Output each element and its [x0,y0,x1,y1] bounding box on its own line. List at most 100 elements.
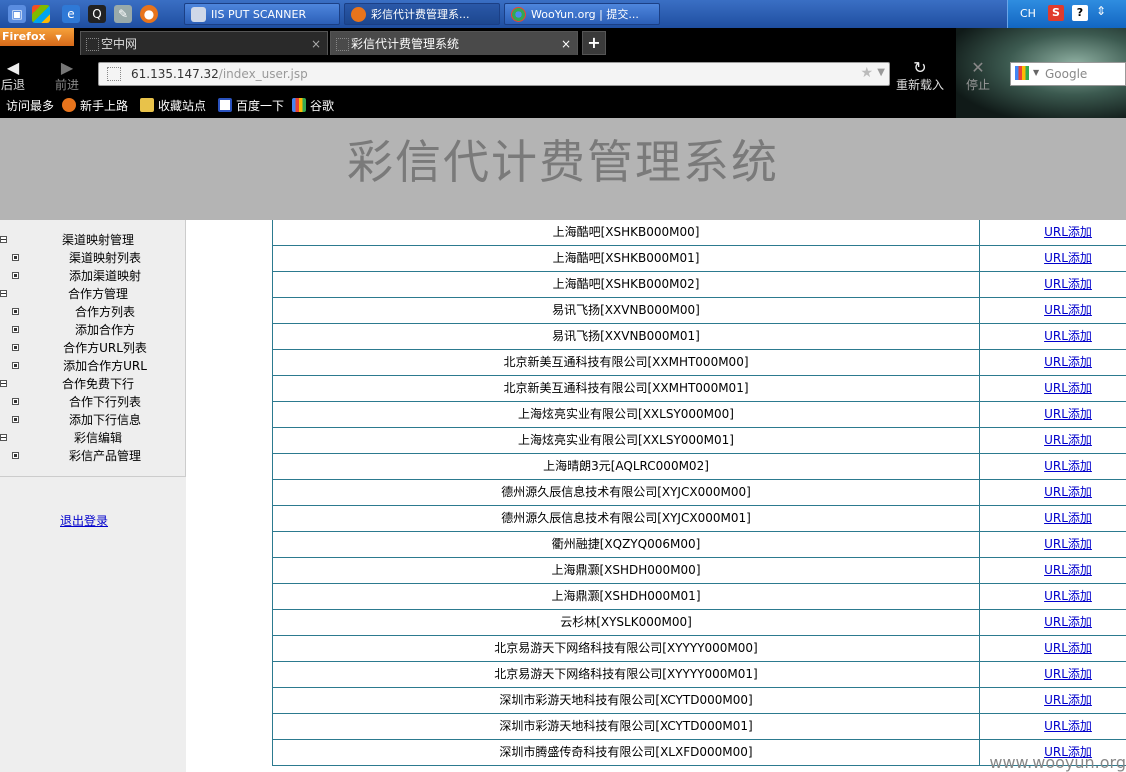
url-add-link[interactable]: URL添加 [980,428,1126,454]
partner-name-cell: 北京易游天下网络科技有限公司[XYYYY000M00] [272,636,980,662]
tool-icon[interactable]: ✎ [114,5,132,23]
bookmark-label: 新手上路 [80,99,129,113]
dropdown-arrow-icon: ▼ [55,33,62,42]
table-row: 德州源久辰信息技术有限公司[XYJCX000M01] URL添加 [272,506,1126,532]
table-row: 深圳市彩游天地科技有限公司[XCYTD000M01] URL添加 [272,714,1126,740]
url-add-link[interactable]: URL添加 [980,714,1126,740]
url-add-link[interactable]: URL添加 [980,532,1126,558]
ie-icon[interactable]: e [62,5,80,23]
partner-name-cell: 北京新美互通科技有限公司[XXMHT000M01] [272,376,980,402]
forward-button[interactable]: ▶ 前进 [50,58,84,93]
folder-icon [140,98,154,112]
firefox-menu-button[interactable]: Firefox ▼ [0,28,74,46]
tray-arrow-icon[interactable]: ⇕ [1096,4,1106,18]
sidebar-group-channel-mapping[interactable]: 渠道映射管理 [0,231,186,249]
url-add-link[interactable]: URL添加 [980,220,1126,246]
bookmark-google[interactable]: 谷歌 [292,97,334,114]
system-tray: CH S ? ⇕ [1007,0,1126,28]
forward-label: 前进 [54,78,79,92]
search-engine-dropdown-icon[interactable]: ▼ [1033,68,1039,77]
partner-name-cell: 上海晴朗3元[AQLRC000M02] [272,454,980,480]
tab-close-icon[interactable]: × [561,32,571,56]
sidebar-item-partner-list[interactable]: 合作方列表 [0,303,186,321]
stop-icon: ✕ [971,58,985,77]
url-add-link[interactable]: URL添加 [980,480,1126,506]
sidebar-item-partner-url-list[interactable]: 合作方URL列表 [0,339,186,357]
taskbar-window-label: 彩信代计费管理系... [371,8,470,21]
sidebar-item-label: 合作方列表 [74,305,135,319]
url-add-link[interactable]: URL添加 [980,558,1126,584]
stop-button[interactable]: ✕ 停止 [964,58,992,93]
language-indicator[interactable]: CH [1020,7,1036,20]
google-search-engine-icon[interactable] [1015,66,1029,80]
table-row: 上海鼎灏[XSHDH000M01] URL添加 [272,584,1126,610]
url-add-link[interactable]: URL添加 [980,584,1126,610]
url-add-link[interactable]: URL添加 [980,324,1126,350]
url-add-link[interactable]: URL添加 [980,272,1126,298]
search-box[interactable]: ▼ Google [1010,62,1126,86]
url-add-link[interactable]: URL添加 [980,636,1126,662]
reload-button[interactable]: ↻ 重新载入 [894,58,946,93]
watermark: www.wooyun.org [989,753,1126,772]
partner-name-cell: 北京易游天下网络科技有限公司[XYYYY000M01] [272,662,980,688]
show-desktop-icon[interactable]: ▣ [8,5,26,23]
tab-close-icon[interactable]: × [311,32,321,56]
taskbar-window-label: IIS PUT SCANNER [211,8,307,21]
bookmark-star-icon[interactable]: ★ [860,65,873,81]
sidebar-group-partner-management[interactable]: 合作方管理 [0,285,186,303]
bookmark-most-visited[interactable]: 访问最多 [6,97,54,114]
page-banner: 彩信代计费管理系统 [0,118,1126,220]
firefox-quicklaunch-icon[interactable]: ● [140,5,158,23]
url-add-link[interactable]: URL添加 [980,246,1126,272]
site-identity-icon[interactable] [107,67,121,81]
partner-name-cell: 易讯飞扬[XXVNB000M00] [272,298,980,324]
taskbar-window-wooyun[interactable]: WooYun.org | 提交... [504,3,660,25]
logout-link[interactable]: 退出登录 [60,512,108,529]
sidebar-item-mms-product-management[interactable]: 彩信产品管理 [0,447,186,465]
partner-name-cell: 深圳市彩游天地科技有限公司[XCYTD000M01] [272,714,980,740]
tab-mms-billing[interactable]: 彩信代计费管理系统 × [330,31,578,55]
reload-icon: ↻ [913,58,927,77]
baidu-paw-icon [218,98,232,112]
url-add-link[interactable]: URL添加 [980,610,1126,636]
reload-label: 重新载入 [895,78,944,92]
back-button[interactable]: ◀ 后退 [0,58,26,93]
partner-name-cell: 上海酷吧[XSHKB000M01] [272,246,980,272]
bookmark-favorites-folder[interactable]: 收藏站点 [140,97,206,114]
url-add-link[interactable]: URL添加 [980,376,1126,402]
url-add-link[interactable]: URL添加 [980,662,1126,688]
sidebar-item-channel-mapping-list[interactable]: 渠道映射列表 [0,249,186,267]
help-icon[interactable]: ? [1072,5,1088,21]
back-arrow-icon: ◀ [6,58,20,77]
url-add-link[interactable]: URL添加 [980,402,1126,428]
qq-icon[interactable]: Q [88,5,106,23]
bookmark-baidu[interactable]: 百度一下 [218,97,284,114]
sidebar-item-downlink-list[interactable]: 合作下行列表 [0,393,186,411]
taskbar-window-firefox-active[interactable]: 彩信代计费管理系... [344,3,500,25]
bookmark-getting-started[interactable]: 新手上路 [62,97,128,114]
url-add-link[interactable]: URL添加 [980,688,1126,714]
sidebar-item-add-channel-mapping[interactable]: 添加渠道映射 [0,267,186,285]
new-tab-button[interactable]: + [582,31,606,55]
partner-name-cell: 上海炫亮实业有限公司[XXLSY000M01] [272,428,980,454]
windows-logo-icon[interactable] [32,5,50,23]
sidebar-item-add-downlink[interactable]: 添加下行信息 [0,411,186,429]
url-add-link[interactable]: URL添加 [980,350,1126,376]
sidebar-item-label: 彩信编辑 [73,431,122,445]
sidebar-group-free-downlink[interactable]: 合作免费下行 [0,375,186,393]
sidebar-menu: 渠道映射管理 渠道映射列表 添加渠道映射 合作方管理 合作方列表 添加合作方 合… [0,220,186,477]
table-row: 上海酷吧[XSHKB000M00] URL添加 [272,220,1126,246]
sogou-ime-icon[interactable]: S [1048,5,1064,21]
tab-kongzhong[interactable]: 空中网 × [80,31,328,55]
url-add-link[interactable]: URL添加 [980,454,1126,480]
sidebar-item-add-partner-url[interactable]: 添加合作方URL [0,357,186,375]
table-row: 德州源久辰信息技术有限公司[XYJCX000M00] URL添加 [272,480,1126,506]
bookmarks-toolbar: 访问最多 新手上路 收藏站点 百度一下 谷歌 [0,94,940,116]
url-add-link[interactable]: URL添加 [980,298,1126,324]
address-bar[interactable]: 61.135.147.32/index_user.jsp ★ ▼ [98,62,890,86]
sidebar-group-mms-edit[interactable]: 彩信编辑 [0,429,186,447]
url-add-link[interactable]: URL添加 [980,506,1126,532]
url-dropdown-icon[interactable]: ▼ [877,67,885,78]
taskbar-window-iis-put-scanner[interactable]: IIS PUT SCANNER [184,3,340,25]
sidebar-item-add-partner[interactable]: 添加合作方 [0,321,186,339]
